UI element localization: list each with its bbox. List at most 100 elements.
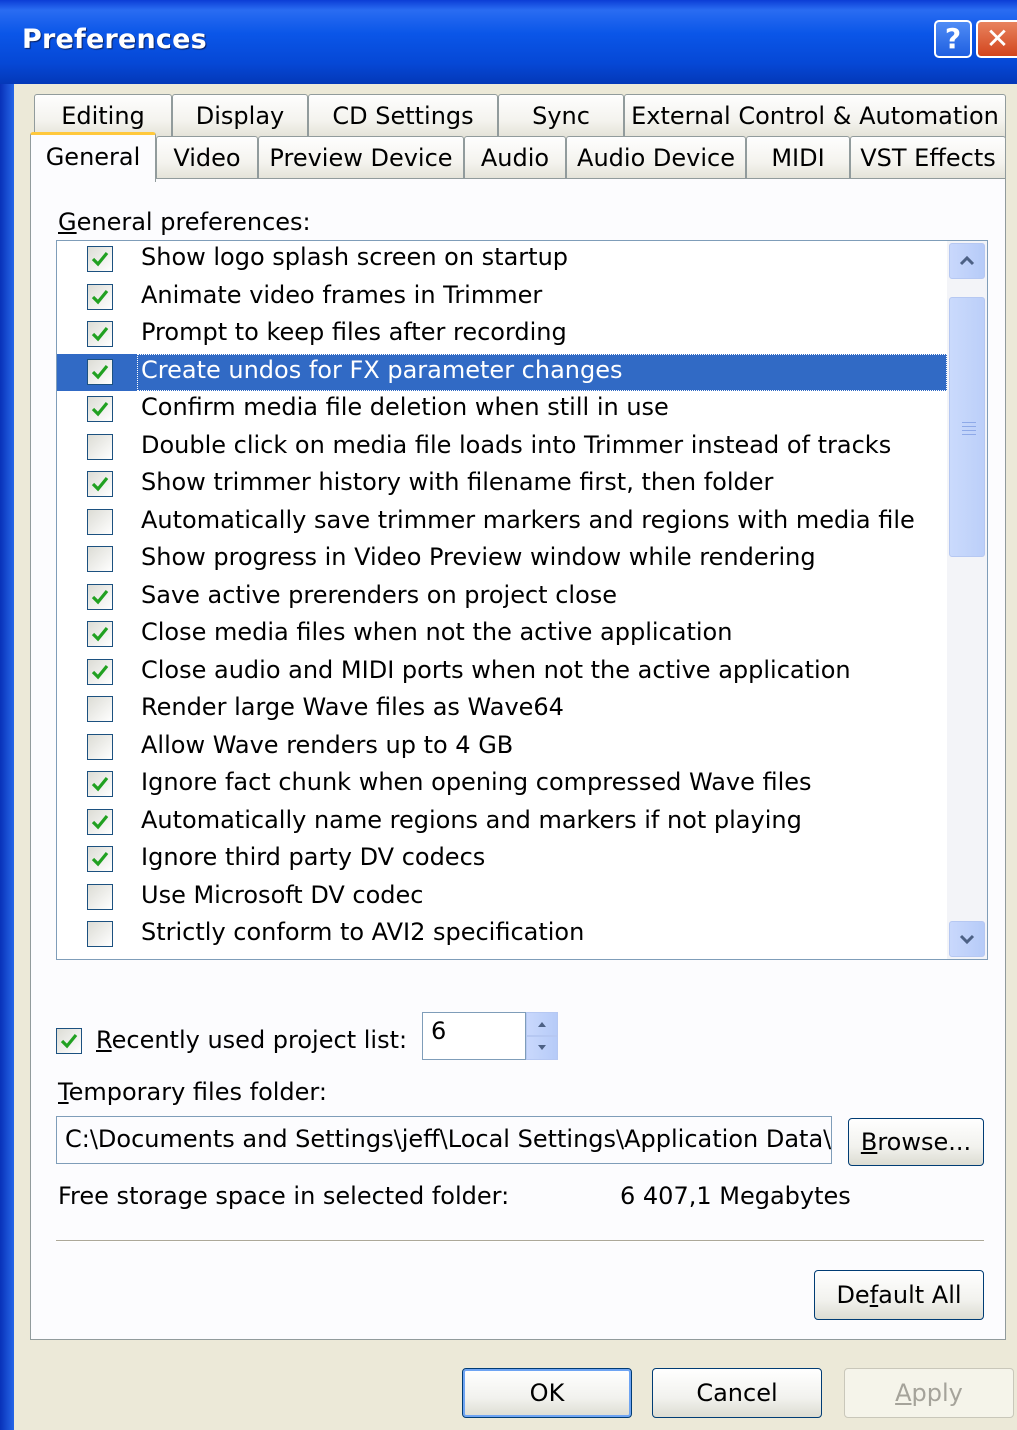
option-label: Automatically name regions and markers i… <box>141 805 802 834</box>
option-label: Show progress in Video Preview window wh… <box>141 543 816 571</box>
option-checkbox[interactable] <box>87 508 113 535</box>
checkmark-icon <box>91 251 109 267</box>
panel-contents: General preferences: Show logo splash sc… <box>14 84 1017 1430</box>
option-checkbox[interactable] <box>87 396 113 422</box>
chevron-down-icon <box>959 934 975 945</box>
list-item[interactable]: Show progress in Video Preview window wh… <box>57 541 947 578</box>
checkmark-icon <box>91 851 109 867</box>
option-checkbox[interactable] <box>87 921 113 947</box>
list-item[interactable]: Show trimmer history with filename first… <box>57 466 947 503</box>
triangle-down-icon <box>538 1045 546 1050</box>
triangle-up-icon <box>538 1022 546 1027</box>
preferences-window: Preferences ? ✕ Editing Display CD Setti… <box>0 0 1017 1430</box>
general-preferences-label: General preferences: <box>58 208 311 236</box>
checkmark-icon <box>91 326 109 342</box>
option-label: Save active prerenders on project close <box>141 580 618 609</box>
option-checkbox[interactable] <box>87 283 113 310</box>
option-label: Automatically save trimmer markers and r… <box>141 505 915 534</box>
list-item[interactable]: Create undos for FX parameter changes <box>57 353 947 391</box>
recent-projects-checkbox[interactable] <box>56 1028 82 1054</box>
scroll-down-button[interactable] <box>949 921 985 957</box>
checkmark-icon <box>91 626 109 642</box>
chevron-up-icon <box>959 255 975 266</box>
option-checkbox[interactable] <box>87 883 113 910</box>
option-checkbox[interactable] <box>87 246 113 272</box>
option-label: Close media files when not the active ap… <box>141 618 733 646</box>
list-item[interactable]: Prompt to keep files after recording <box>57 316 947 353</box>
recent-projects-count-input[interactable]: 6 <box>422 1012 526 1060</box>
option-label: Prompt to keep files after recording <box>141 318 567 346</box>
list-vertical-scrollbar[interactable] <box>947 241 987 959</box>
option-checkbox[interactable] <box>87 733 113 760</box>
option-checkbox[interactable] <box>87 546 113 572</box>
list-item[interactable]: Ignore third party DV codecs <box>57 841 947 878</box>
focus-rect <box>137 353 947 391</box>
spin-down-button[interactable] <box>526 1036 558 1060</box>
grip-line <box>962 426 976 427</box>
checkmark-icon <box>91 814 109 829</box>
grip-line <box>962 430 976 431</box>
list-item[interactable]: Allow Wave renders up to 4 GB <box>57 729 947 766</box>
list-item[interactable]: Show logo splash screen on startup <box>57 241 947 278</box>
list-item[interactable]: Strictly conform to AVI2 specification <box>57 916 947 953</box>
option-checkbox[interactable] <box>87 846 113 872</box>
close-icon: ✕ <box>985 22 1010 55</box>
list-item[interactable]: Animate video frames in Trimmer <box>57 279 947 316</box>
option-label: Show logo splash screen on startup <box>141 243 569 271</box>
grip-line <box>962 422 976 423</box>
close-button[interactable]: ✕ <box>976 20 1017 58</box>
option-checkbox[interactable] <box>87 433 113 460</box>
scroll-up-button[interactable] <box>949 243 985 279</box>
default-all-button[interactable]: Default All <box>814 1270 984 1320</box>
list-item[interactable]: Double click on media file loads into Tr… <box>57 429 947 466</box>
grip-line <box>962 434 976 435</box>
option-checkbox[interactable] <box>87 696 113 722</box>
browse-button[interactable]: Browse... <box>848 1118 984 1166</box>
option-label: Double click on media file loads into Tr… <box>141 430 892 459</box>
list-item[interactable]: Automatically name regions and markers i… <box>57 804 947 841</box>
title-bar[interactable]: Preferences ? ✕ <box>0 0 1017 84</box>
option-label: Render large Wave files as Wave64 <box>141 693 564 721</box>
list-item[interactable]: Close audio and MIDI ports when not the … <box>57 654 947 691</box>
list-item[interactable]: Use Microsoft DV codec <box>57 879 947 916</box>
free-space-label: Free storage space in selected folder: <box>58 1182 510 1210</box>
window-title: Preferences <box>22 24 207 55</box>
free-space-value: 6 407,1 Megabytes <box>620 1182 851 1210</box>
checkmark-icon <box>91 401 109 417</box>
option-checkbox[interactable] <box>87 321 113 347</box>
option-checkbox[interactable] <box>87 358 113 385</box>
option-checkbox[interactable] <box>87 621 113 647</box>
checkmark-icon <box>91 589 109 604</box>
dialog-client-area: Editing Display CD Settings Sync Externa… <box>14 84 1017 1430</box>
option-label: Show trimmer history with filename first… <box>141 468 774 496</box>
checkmark-icon <box>91 476 109 492</box>
scroll-thumb[interactable] <box>949 297 985 557</box>
option-label: Animate video frames in Trimmer <box>141 280 543 309</box>
temp-folder-path-input[interactable]: C:\Documents and Settings\jeff\Local Set… <box>56 1116 832 1164</box>
list-item[interactable]: Confirm media file deletion when still i… <box>57 391 947 428</box>
checkmark-icon <box>91 776 109 792</box>
option-checkbox[interactable] <box>87 583 113 610</box>
option-label: Strictly conform to AVI2 specification <box>141 918 585 946</box>
list-item[interactable]: Ignore fact chunk when opening compresse… <box>57 766 947 803</box>
option-checkbox[interactable] <box>87 471 113 497</box>
option-checkbox[interactable] <box>87 771 113 797</box>
checkmark-icon <box>91 664 109 679</box>
option-checkbox[interactable] <box>87 808 113 835</box>
help-button[interactable]: ? <box>934 20 972 58</box>
general-preferences-list[interactable]: Show logo splash screen on startup Animat… <box>56 240 988 960</box>
option-label: Close audio and MIDI ports when not the … <box>141 655 851 684</box>
list-item[interactable]: Automatically save trimmer markers and r… <box>57 504 947 541</box>
recent-projects-spinner[interactable] <box>526 1012 558 1060</box>
temp-folder-label: Temporary files folder: <box>58 1078 327 1106</box>
option-label: Ignore third party DV codecs <box>141 843 486 871</box>
list-item[interactable]: Render large Wave files as Wave64 <box>57 691 947 728</box>
option-checkbox[interactable] <box>87 658 113 685</box>
spin-up-button[interactable] <box>526 1012 558 1036</box>
recent-projects-label: Recently used project list: <box>96 1026 408 1054</box>
checkmark-icon <box>91 289 109 304</box>
separator-highlight <box>56 1241 984 1242</box>
list-item[interactable]: Save active prerenders on project close <box>57 579 947 616</box>
option-label: Use Microsoft DV codec <box>141 880 424 909</box>
list-item[interactable]: Close media files when not the active ap… <box>57 616 947 653</box>
